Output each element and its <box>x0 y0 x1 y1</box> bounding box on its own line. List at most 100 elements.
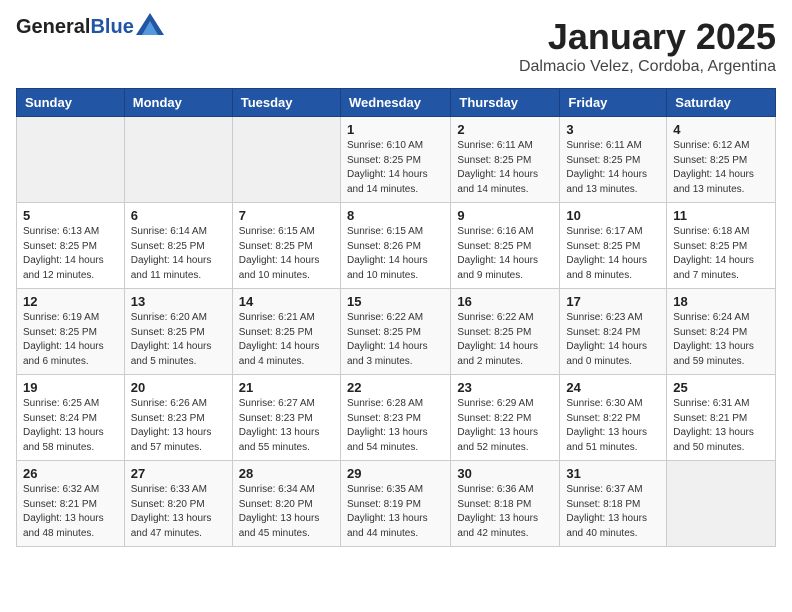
calendar-week-1: 1 Sunrise: 6:10 AM Sunset: 8:25 PM Daylig… <box>17 117 776 203</box>
day-number: 15 <box>347 294 444 309</box>
day-info: Sunrise: 6:30 AM Sunset: 8:22 PM Dayligh… <box>566 397 660 455</box>
calendar-cell: 15 Sunrise: 6:22 AM Sunset: 8:25 PM Dayli… <box>340 289 450 375</box>
calendar-cell: 11 Sunrise: 6:18 AM Sunset: 8:25 PM Dayli… <box>667 203 776 289</box>
weekday-header-monday: Monday <box>124 89 232 117</box>
day-number: 26 <box>23 466 118 481</box>
day-number: 2 <box>457 122 553 137</box>
calendar-cell: 22Sunrise: 6:28 AM Sunset: 8:23 PM Dayli… <box>340 375 450 461</box>
day-info: Sunrise: 6:27 AM Sunset: 8:23 PM Dayligh… <box>239 397 334 455</box>
calendar-cell: 26 Sunrise: 6:32 AM Sunset: 8:21 PM Dayli… <box>17 461 125 547</box>
day-info: Sunrise: 6:21 AM Sunset: 8:25 PM Dayligh… <box>239 311 334 369</box>
day-info: Sunrise: 6:22 AM Sunset: 8:25 PM Dayligh… <box>457 311 553 369</box>
day-info: Sunrise: 6:11 AM Sunset: 8:25 PM Dayligh… <box>457 139 553 197</box>
day-info: Sunrise: 6:26 AM Sunset: 8:23 PM Dayligh… <box>131 397 226 455</box>
day-info: Sunrise: 6:37 AM Sunset: 8:18 PM Dayligh… <box>566 483 660 541</box>
day-info: Sunrise: 6:29 AM Sunset: 8:22 PM Dayligh… <box>457 397 553 455</box>
calendar-cell: 19Sunrise: 6:25 AM Sunset: 8:24 PM Dayli… <box>17 375 125 461</box>
day-number: 6 <box>131 208 226 223</box>
weekday-header-saturday: Saturday <box>667 89 776 117</box>
day-number: 14 <box>239 294 334 309</box>
day-info: Sunrise: 6:33 AM Sunset: 8:20 PM Dayligh… <box>131 483 226 541</box>
day-number: 8 <box>347 208 444 223</box>
day-number: 9 <box>457 208 553 223</box>
day-number: 18 <box>673 294 769 309</box>
day-number: 24 <box>566 380 660 395</box>
day-number: 20 <box>131 380 226 395</box>
day-number: 5 <box>23 208 118 223</box>
calendar-cell: 29 Sunrise: 6:35 AM Sunset: 8:19 PM Dayli… <box>340 461 450 547</box>
title-block: January 2025 Dalmacio Velez, Cordoba, Ar… <box>519 16 776 76</box>
day-info: Sunrise: 6:10 AM Sunset: 8:25 PM Dayligh… <box>347 139 444 197</box>
calendar-cell: 14 Sunrise: 6:21 AM Sunset: 8:25 PM Dayli… <box>232 289 340 375</box>
calendar-week-3: 12 Sunrise: 6:19 AM Sunset: 8:25 PM Dayli… <box>17 289 776 375</box>
page-header: General Blue January 2025 Dalmacio Velez… <box>16 16 776 76</box>
calendar-cell: 9 Sunrise: 6:16 AM Sunset: 8:25 PM Daylig… <box>451 203 560 289</box>
calendar-cell <box>232 117 340 203</box>
day-info: Sunrise: 6:18 AM Sunset: 8:25 PM Dayligh… <box>673 225 769 283</box>
day-info: Sunrise: 6:17 AM Sunset: 8:25 PM Dayligh… <box>566 225 660 283</box>
day-number: 1 <box>347 122 444 137</box>
day-info: Sunrise: 6:15 AM Sunset: 8:26 PM Dayligh… <box>347 225 444 283</box>
day-info: Sunrise: 6:15 AM Sunset: 8:25 PM Dayligh… <box>239 225 334 283</box>
day-number: 10 <box>566 208 660 223</box>
calendar-cell: 23 Sunrise: 6:29 AM Sunset: 8:22 PM Dayli… <box>451 375 560 461</box>
logo-blue-text: Blue <box>90 16 133 39</box>
calendar-cell <box>667 461 776 547</box>
weekday-header-row: SundayMondayTuesdayWednesdayThursdayFrid… <box>17 89 776 117</box>
day-number: 17 <box>566 294 660 309</box>
calendar-cell: 25Sunrise: 6:31 AM Sunset: 8:21 PM Dayli… <box>667 375 776 461</box>
day-info: Sunrise: 6:16 AM Sunset: 8:25 PM Dayligh… <box>457 225 553 283</box>
calendar-cell: 3 Sunrise: 6:11 AM Sunset: 8:25 PM Daylig… <box>560 117 667 203</box>
calendar-week-4: 19Sunrise: 6:25 AM Sunset: 8:24 PM Dayli… <box>17 375 776 461</box>
day-number: 23 <box>457 380 553 395</box>
day-info: Sunrise: 6:11 AM Sunset: 8:25 PM Dayligh… <box>566 139 660 197</box>
weekday-header-wednesday: Wednesday <box>340 89 450 117</box>
calendar-cell: 28 Sunrise: 6:34 AM Sunset: 8:20 PM Dayli… <box>232 461 340 547</box>
day-info: Sunrise: 6:19 AM Sunset: 8:25 PM Dayligh… <box>23 311 118 369</box>
day-info: Sunrise: 6:12 AM Sunset: 8:25 PM Dayligh… <box>673 139 769 197</box>
calendar-cell: 1 Sunrise: 6:10 AM Sunset: 8:25 PM Daylig… <box>340 117 450 203</box>
logo-general-text: General <box>16 16 90 39</box>
day-number: 11 <box>673 208 769 223</box>
calendar-cell: 5 Sunrise: 6:13 AM Sunset: 8:25 PM Daylig… <box>17 203 125 289</box>
day-info: Sunrise: 6:22 AM Sunset: 8:25 PM Dayligh… <box>347 311 444 369</box>
day-number: 29 <box>347 466 444 481</box>
weekday-header-thursday: Thursday <box>451 89 560 117</box>
day-number: 12 <box>23 294 118 309</box>
day-info: Sunrise: 6:13 AM Sunset: 8:25 PM Dayligh… <box>23 225 118 283</box>
calendar-cell: 24 Sunrise: 6:30 AM Sunset: 8:22 PM Dayli… <box>560 375 667 461</box>
calendar-table: SundayMondayTuesdayWednesdayThursdayFrid… <box>16 88 776 547</box>
day-info: Sunrise: 6:31 AM Sunset: 8:21 PM Dayligh… <box>673 397 769 455</box>
day-number: 31 <box>566 466 660 481</box>
day-number: 21 <box>239 380 334 395</box>
calendar-cell: 2 Sunrise: 6:11 AM Sunset: 8:25 PM Daylig… <box>451 117 560 203</box>
calendar-week-5: 26 Sunrise: 6:32 AM Sunset: 8:21 PM Dayli… <box>17 461 776 547</box>
day-info: Sunrise: 6:34 AM Sunset: 8:20 PM Dayligh… <box>239 483 334 541</box>
weekday-header-sunday: Sunday <box>17 89 125 117</box>
calendar-cell: 30Sunrise: 6:36 AM Sunset: 8:18 PM Dayli… <box>451 461 560 547</box>
logo-icon <box>136 13 164 35</box>
calendar-cell: 20 Sunrise: 6:26 AM Sunset: 8:23 PM Dayli… <box>124 375 232 461</box>
day-number: 7 <box>239 208 334 223</box>
day-info: Sunrise: 6:28 AM Sunset: 8:23 PM Dayligh… <box>347 397 444 455</box>
day-number: 3 <box>566 122 660 137</box>
day-number: 28 <box>239 466 334 481</box>
day-number: 30 <box>457 466 553 481</box>
page-subtitle: Dalmacio Velez, Cordoba, Argentina <box>519 58 776 76</box>
day-number: 19 <box>23 380 118 395</box>
day-info: Sunrise: 6:20 AM Sunset: 8:25 PM Dayligh… <box>131 311 226 369</box>
day-info: Sunrise: 6:24 AM Sunset: 8:24 PM Dayligh… <box>673 311 769 369</box>
calendar-cell: 31 Sunrise: 6:37 AM Sunset: 8:18 PM Dayli… <box>560 461 667 547</box>
day-info: Sunrise: 6:23 AM Sunset: 8:24 PM Dayligh… <box>566 311 660 369</box>
day-info: Sunrise: 6:14 AM Sunset: 8:25 PM Dayligh… <box>131 225 226 283</box>
calendar-cell: 13 Sunrise: 6:20 AM Sunset: 8:25 PM Dayli… <box>124 289 232 375</box>
day-info: Sunrise: 6:32 AM Sunset: 8:21 PM Dayligh… <box>23 483 118 541</box>
calendar-cell: 7 Sunrise: 6:15 AM Sunset: 8:25 PM Daylig… <box>232 203 340 289</box>
calendar-cell <box>17 117 125 203</box>
calendar-cell <box>124 117 232 203</box>
day-number: 16 <box>457 294 553 309</box>
day-info: Sunrise: 6:35 AM Sunset: 8:19 PM Dayligh… <box>347 483 444 541</box>
weekday-header-tuesday: Tuesday <box>232 89 340 117</box>
day-number: 13 <box>131 294 226 309</box>
calendar-cell: 6 Sunrise: 6:14 AM Sunset: 8:25 PM Daylig… <box>124 203 232 289</box>
